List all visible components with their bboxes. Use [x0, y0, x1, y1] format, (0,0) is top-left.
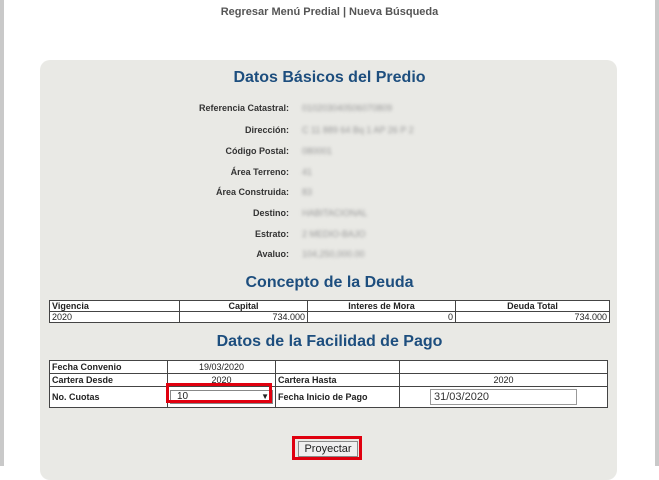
table-row: No. Cuotas 10 ▼ Fecha Inicio de Pago 31/… [49, 386, 608, 408]
field-value: C 11 889 64 Bq 1 AP 26 P 2 [302, 125, 414, 135]
proyectar-button[interactable]: Proyectar [298, 441, 358, 457]
nav-separator: | [342, 6, 347, 18]
cuotas-highlight-box [166, 383, 272, 403]
field-estrato: Estrato: 2 MEDIO-BAJO [0, 229, 659, 243]
field-area-terreno: Área Terreno: 41 [0, 167, 659, 181]
cartera-hasta-value: 2020 [399, 373, 608, 387]
cell-deuda-total: 734.000 [455, 311, 610, 323]
cell-capital: 734.000 [179, 311, 308, 323]
cuotas-label: No. Cuotas [49, 386, 168, 408]
cartera-desde-label: Cartera Desde [49, 373, 168, 387]
field-label: Avaluo: [256, 249, 289, 259]
datos-basicos-title: Datos Básicos del Predio [233, 69, 426, 86]
facilidad-pago-title: Datos de la Facilidad de Pago [216, 333, 443, 350]
header-vigencia: Vigencia [49, 300, 180, 312]
field-direccion: Dirección: C 11 889 64 Bq 1 AP 26 P 2 [0, 125, 659, 139]
fecha-inicio-label: Fecha Inicio de Pago [275, 386, 400, 408]
field-destino: Destino: HABITACIONAL [0, 208, 659, 222]
cell-interes-mora: 0 [307, 311, 456, 323]
deuda-header-row: Vigencia Capital Interes de Mora Deuda T… [49, 300, 610, 312]
field-label: Referencia Catastral: [198, 103, 289, 113]
field-value: 080001 [302, 146, 333, 156]
field-value: HABITACIONAL [302, 208, 368, 218]
field-referencia-catastral: Referencia Catastral: 010203040506070809 [0, 103, 659, 117]
field-label: Área Terreno: [230, 167, 289, 177]
table-row: Cartera Desde 2020 Cartera Hasta 2020 [49, 373, 608, 387]
field-area-construida: Área Construida: 83 [0, 187, 659, 201]
field-label: Estrato: [254, 229, 289, 239]
cell-vigencia: 2020 [49, 311, 180, 323]
fecha-convenio-label: Fecha Convenio [49, 360, 168, 374]
table-row: 2020 734.000 0 734.000 [49, 311, 610, 323]
table-row: Fecha Convenio 19/03/2020 [49, 360, 608, 374]
field-avaluo: Avaluo: 104,250,000.00 [0, 249, 659, 263]
empty-cell [275, 360, 400, 374]
facilidad-table: Fecha Convenio 19/03/2020 Cartera Desde … [49, 360, 608, 408]
header-interes-mora: Interes de Mora [307, 300, 456, 312]
field-value: 2 MEDIO-BAJO [302, 229, 366, 239]
nueva-busqueda-link[interactable]: Nueva Búsqueda [349, 6, 438, 18]
empty-cell [399, 360, 608, 374]
deuda-table: Vigencia Capital Interes de Mora Deuda T… [49, 300, 610, 323]
fecha-inicio-cell: 31/03/2020 [399, 386, 608, 408]
fecha-convenio-value: 19/03/2020 [167, 360, 276, 374]
header-deuda-total: Deuda Total [455, 300, 610, 312]
field-label: Dirección: [244, 125, 289, 135]
field-value: 010203040506070809 [302, 103, 393, 113]
field-codigo-postal: Código Postal: 080001 [0, 146, 659, 160]
regresar-menu-predial-link[interactable]: Regresar Menú Predial [221, 6, 340, 18]
cartera-hasta-label: Cartera Hasta [275, 373, 400, 387]
field-value: 83 [302, 187, 313, 197]
top-navigation: Regresar Menú Predial | Nueva Búsqueda [0, 6, 659, 18]
proyectar-highlight-box: Proyectar [292, 436, 362, 460]
field-value: 41 [302, 167, 313, 177]
field-label: Área Construida: [215, 187, 289, 197]
field-label: Código Postal: [225, 146, 290, 156]
header-capital: Capital [179, 300, 308, 312]
field-value: 104,250,000.00 [302, 249, 365, 259]
main-panel [40, 60, 617, 480]
field-label: Destino: [253, 208, 289, 218]
fecha-inicio-input[interactable]: 31/03/2020 [430, 389, 577, 405]
concepto-deuda-title: Concepto de la Deuda [245, 274, 414, 291]
